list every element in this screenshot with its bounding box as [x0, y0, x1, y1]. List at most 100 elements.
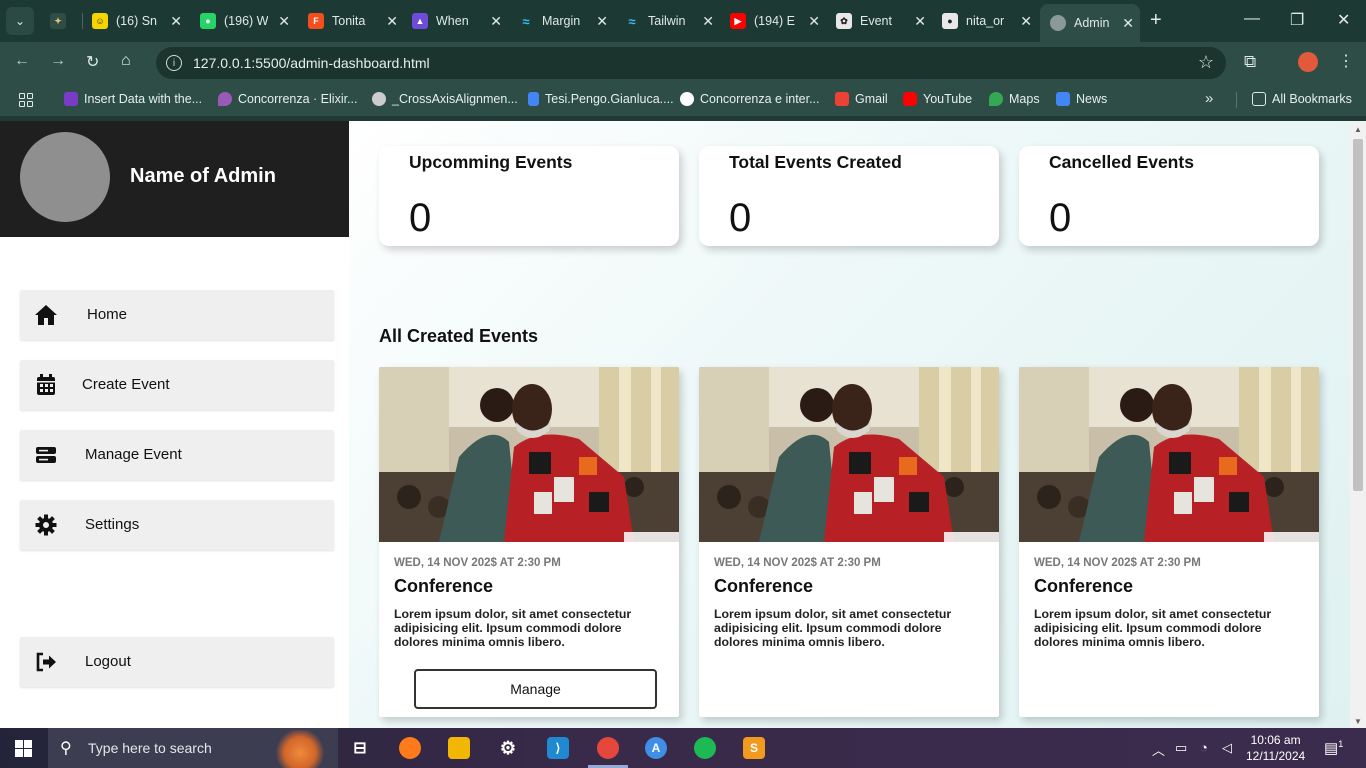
bookmark-icon — [64, 92, 78, 106]
nav-home[interactable]: Home — [20, 290, 334, 340]
close-tab-icon[interactable]: ✕ — [386, 13, 398, 30]
openai-icon: ✿ — [836, 13, 852, 29]
close-tab-icon[interactable]: ✕ — [1122, 15, 1134, 32]
bookmark-maps[interactable]: Maps — [989, 92, 1040, 106]
close-tab-icon[interactable]: ✕ — [1020, 13, 1032, 30]
bookmarks-separator — [1236, 92, 1237, 108]
event-description: Lorem ipsum dolor, sit amet consectetur … — [714, 607, 952, 649]
firefox-icon[interactable] — [399, 737, 421, 759]
taskbar-clock[interactable]: 10:06 am 12/11/2024 — [1246, 732, 1305, 764]
server-icon — [36, 447, 56, 463]
file-explorer-icon[interactable] — [448, 737, 470, 759]
nav-manage-event[interactable]: Manage Event — [20, 430, 334, 480]
stat-title: Cancelled Events — [1049, 152, 1194, 172]
reload-icon[interactable]: ↻ — [86, 52, 99, 72]
show-hidden-icons[interactable]: ︿ — [1152, 740, 1165, 759]
forward-icon[interactable]: → — [50, 52, 66, 70]
event-card: WED, 14 NOV 202$ AT 2:30 PM Conference L… — [1019, 367, 1319, 717]
all-bookmarks[interactable]: All Bookmarks — [1252, 92, 1352, 106]
event-card: WED, 14 NOV 202$ AT 2:30 PM Conference L… — [379, 367, 679, 717]
app-store-icon[interactable]: A — [645, 737, 667, 759]
bookmark-gmail[interactable]: Gmail — [835, 92, 888, 106]
tab-1[interactable]: ☺ (16) Sn ✕ — [92, 6, 188, 36]
scroll-down-icon[interactable]: ▼ — [1354, 717, 1362, 726]
globe-icon — [372, 92, 386, 106]
more-bookmarks-icon[interactable]: » — [1205, 90, 1213, 107]
nav-settings[interactable]: Settings — [20, 500, 334, 550]
tab-active[interactable]: Admin ✕ — [1040, 4, 1140, 42]
close-tab-icon[interactable]: ✕ — [596, 13, 608, 30]
windows-start-icon[interactable] — [15, 740, 32, 757]
address-bar[interactable]: i 127.0.0.1:5500/admin-dashboard.html ☆ — [156, 47, 1226, 79]
tab-6[interactable]: ≈ Tailwin ✕ — [624, 6, 720, 36]
chrome-icon[interactable] — [597, 737, 619, 759]
close-window-icon[interactable]: ✕ — [1337, 10, 1350, 30]
app-icon: ▲ — [412, 13, 428, 29]
taskbar-search[interactable]: ⚲ Type here to search — [48, 728, 338, 768]
volume-icon[interactable]: ◁ — [1222, 740, 1232, 756]
bookmark-youtube[interactable]: YouTube — [903, 92, 972, 106]
pinned-tab[interactable]: ✦ — [50, 6, 74, 36]
url-text[interactable]: 127.0.0.1:5500/admin-dashboard.html — [193, 55, 430, 71]
tab-8[interactable]: ✿ Event ✕ — [836, 6, 932, 36]
apps-grid-icon[interactable] — [19, 93, 33, 107]
tab-4[interactable]: ▲ When ✕ — [412, 6, 508, 36]
nav-create-event[interactable]: Create Event — [20, 360, 334, 410]
vscode-icon[interactable]: ⟩ — [547, 737, 569, 759]
close-tab-icon[interactable]: ✕ — [808, 13, 820, 30]
bookmark-5[interactable]: Concorrenza e inter... — [680, 92, 820, 106]
tab-3[interactable]: F Tonita ✕ — [308, 6, 404, 36]
bookmark-star-icon[interactable]: ☆ — [1198, 52, 1214, 73]
wifi-icon[interactable]: ◔ — [1200, 740, 1208, 755]
battery-icon[interactable]: ▭ — [1175, 740, 1187, 756]
stat-card-upcoming: Upcomming Events 0 — [379, 146, 679, 246]
tab-9[interactable]: ● nita_or ✕ — [942, 6, 1038, 36]
close-tab-icon[interactable]: ✕ — [702, 13, 714, 30]
close-tab-icon[interactable]: ✕ — [490, 13, 502, 30]
bookmark-3[interactable]: _CrossAxisAlignmen... — [372, 92, 518, 106]
new-tab-button[interactable]: + — [1150, 9, 1162, 32]
admin-name: Name of Admin — [130, 165, 276, 187]
globe-icon — [1050, 15, 1066, 31]
menu-icon[interactable]: ⋮ — [1338, 51, 1354, 71]
tab-5[interactable]: ≈ Margin ✕ — [518, 6, 614, 36]
github-icon: ● — [942, 13, 958, 29]
gmail-icon — [835, 92, 849, 106]
tab-2[interactable]: ● (196) W ✕ — [200, 6, 296, 36]
back-icon[interactable]: ← — [14, 52, 30, 70]
bookmark-1[interactable]: Insert Data with the... — [64, 92, 202, 106]
site-info-icon[interactable]: i — [166, 55, 182, 71]
tab-7[interactable]: ▶ (194) E ✕ — [730, 6, 826, 36]
page-scrollbar[interactable]: ▲ ▼ — [1350, 121, 1366, 728]
tab-search-button[interactable]: ⌄ — [6, 7, 34, 35]
nav-logout[interactable]: Logout — [20, 637, 334, 687]
stat-value: 0 — [409, 196, 432, 240]
close-tab-icon[interactable]: ✕ — [914, 13, 926, 30]
restore-icon[interactable]: ❐ — [1290, 10, 1304, 30]
event-photo — [699, 367, 999, 542]
pinned-tab-icon: ✦ — [50, 13, 66, 29]
close-tab-icon[interactable]: ✕ — [170, 13, 182, 30]
bookmark-2[interactable]: Concorrenza · Elixir... — [218, 92, 357, 106]
minimize-icon[interactable]: — — [1244, 10, 1260, 28]
profile-avatar[interactable] — [1298, 52, 1318, 72]
notification-icon[interactable]: ▤1 — [1324, 739, 1343, 757]
tailwind-icon: ≈ — [628, 13, 636, 29]
settings-icon[interactable]: ⚙ — [497, 737, 519, 759]
manage-button[interactable]: Manage — [414, 669, 657, 709]
event-title: Conference — [394, 576, 494, 596]
extensions-icon[interactable]: ⧉ — [1244, 52, 1256, 72]
home-browser-icon[interactable]: ⌂ — [121, 52, 131, 70]
sublime-icon[interactable]: S — [743, 737, 765, 759]
bookmarks-bar: Insert Data with the... Concorrenza · El… — [0, 84, 1366, 116]
scroll-thumb[interactable] — [1353, 139, 1363, 491]
home-icon — [35, 305, 57, 325]
close-tab-icon[interactable]: ✕ — [278, 13, 290, 30]
bookmark-4[interactable]: Tesi.Pengo.Gianluca.... — [528, 92, 674, 106]
logout-icon — [36, 652, 56, 672]
spotify-icon[interactable] — [694, 737, 716, 759]
bookmark-news[interactable]: News — [1056, 92, 1107, 106]
admin-profile: Name of Admin — [0, 121, 349, 237]
task-view-icon[interactable]: ⊟ — [349, 737, 371, 759]
scroll-up-icon[interactable]: ▲ — [1354, 125, 1362, 134]
